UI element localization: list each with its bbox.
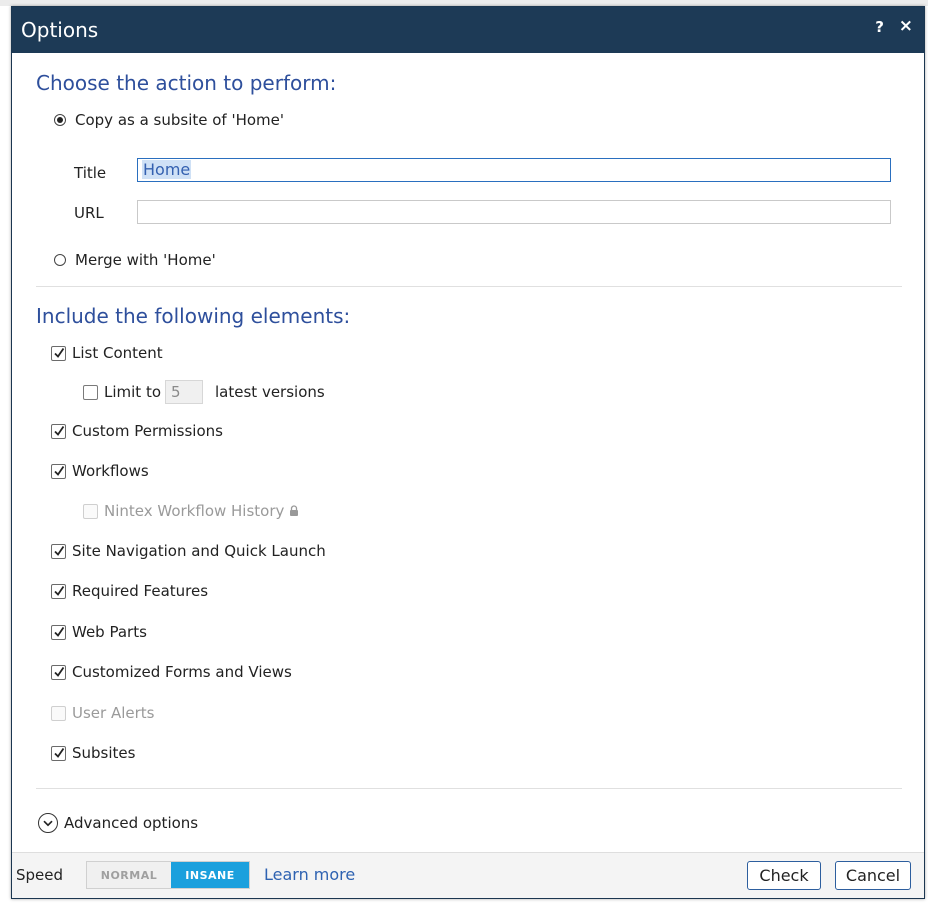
nintex-history-checkbox — [83, 503, 98, 519]
nintex-history-option: Nintex Workflow History — [83, 500, 299, 522]
site-navigation-checkbox[interactable] — [51, 543, 66, 559]
check-icon — [53, 626, 64, 637]
dialog-title: Options — [21, 18, 99, 42]
learn-more-link[interactable]: Learn more — [264, 865, 355, 884]
speed-label: Speed — [16, 866, 64, 884]
custom-permissions-checkbox[interactable] — [51, 423, 66, 439]
action-heading: Choose the action to perform: — [36, 71, 337, 95]
list-content-checkbox[interactable] — [51, 345, 66, 361]
section-divider — [36, 286, 902, 287]
advanced-options-label: Advanced options — [64, 814, 199, 832]
web-parts-option[interactable]: Web Parts — [51, 621, 147, 643]
help-button[interactable]: ? — [875, 18, 884, 36]
copy-subsite-option[interactable]: Copy as a subsite of 'Home' — [54, 109, 284, 131]
subsites-checkbox[interactable] — [51, 745, 66, 761]
advanced-divider — [36, 788, 902, 789]
chevron-down-circle-icon[interactable] — [38, 813, 58, 833]
web-parts-label: Web Parts — [72, 623, 147, 641]
options-dialog: Options ? × Choose the action to perform… — [11, 6, 925, 899]
speed-normal-option[interactable]: NORMAL — [87, 862, 171, 888]
customized-forms-label: Customized Forms and Views — [72, 663, 292, 681]
list-content-option[interactable]: List Content — [51, 342, 163, 364]
url-field-label: URL — [74, 204, 104, 222]
speed-insane-option[interactable]: INSANE — [171, 862, 249, 888]
subsites-label: Subsites — [72, 744, 136, 762]
check-button[interactable]: Check — [747, 861, 821, 890]
speed-toggle[interactable]: NORMAL INSANE — [86, 861, 250, 889]
site-navigation-label: Site Navigation and Quick Launch — [72, 542, 326, 560]
user-alerts-option: User Alerts — [51, 702, 154, 724]
merge-radio[interactable] — [54, 254, 66, 266]
merge-option[interactable]: Merge with 'Home' — [54, 249, 216, 271]
workflows-checkbox[interactable] — [51, 463, 66, 479]
custom-permissions-label: Custom Permissions — [72, 422, 223, 440]
copy-subsite-label: Copy as a subsite of 'Home' — [75, 111, 285, 129]
latest-versions-label: latest versions — [215, 383, 325, 401]
advanced-options-toggle[interactable]: Advanced options — [38, 812, 198, 834]
check-icon — [53, 425, 64, 436]
customized-forms-option[interactable]: Customized Forms and Views — [51, 661, 292, 683]
elements-heading: Include the following elements: — [36, 304, 351, 328]
url-input[interactable] — [137, 200, 891, 224]
check-icon — [53, 465, 64, 476]
copy-subsite-radio[interactable] — [54, 114, 66, 126]
required-features-checkbox[interactable] — [51, 583, 66, 599]
limit-versions-option[interactable]: Limit to 5 latest versions — [83, 380, 325, 404]
list-content-label: List Content — [72, 344, 163, 362]
limit-versions-checkbox[interactable] — [83, 384, 98, 400]
custom-permissions-option[interactable]: Custom Permissions — [51, 420, 223, 442]
check-icon — [53, 545, 64, 556]
merge-label: Merge with 'Home' — [75, 251, 216, 269]
site-navigation-option[interactable]: Site Navigation and Quick Launch — [51, 540, 326, 562]
customized-forms-checkbox[interactable] — [51, 664, 66, 680]
check-icon — [53, 747, 64, 758]
title-field-label: Title — [74, 164, 107, 182]
version-limit-input[interactable]: 5 — [165, 380, 204, 404]
check-icon — [53, 347, 64, 358]
web-parts-checkbox[interactable] — [51, 624, 66, 640]
nintex-history-label: Nintex Workflow History — [104, 502, 285, 520]
workflows-option[interactable]: Workflows — [51, 460, 149, 482]
title-input-value: Home — [142, 160, 192, 179]
close-button[interactable]: × — [899, 16, 913, 36]
dialog-footer: Speed NORMAL INSANE Learn more Check Can… — [12, 852, 924, 898]
lock-icon — [289, 505, 299, 517]
required-features-label: Required Features — [72, 582, 209, 600]
user-alerts-checkbox — [51, 705, 66, 721]
cancel-button[interactable]: Cancel — [835, 861, 911, 890]
required-features-option[interactable]: Required Features — [51, 580, 208, 602]
check-icon — [53, 666, 64, 677]
workflows-label: Workflows — [72, 462, 149, 480]
check-icon — [53, 585, 64, 596]
limit-to-label: Limit to — [104, 383, 162, 401]
subsites-option[interactable]: Subsites — [51, 742, 135, 764]
user-alerts-label: User Alerts — [72, 704, 155, 722]
dialog-titlebar: Options ? × — [12, 7, 924, 53]
title-input[interactable]: Home — [137, 158, 891, 182]
